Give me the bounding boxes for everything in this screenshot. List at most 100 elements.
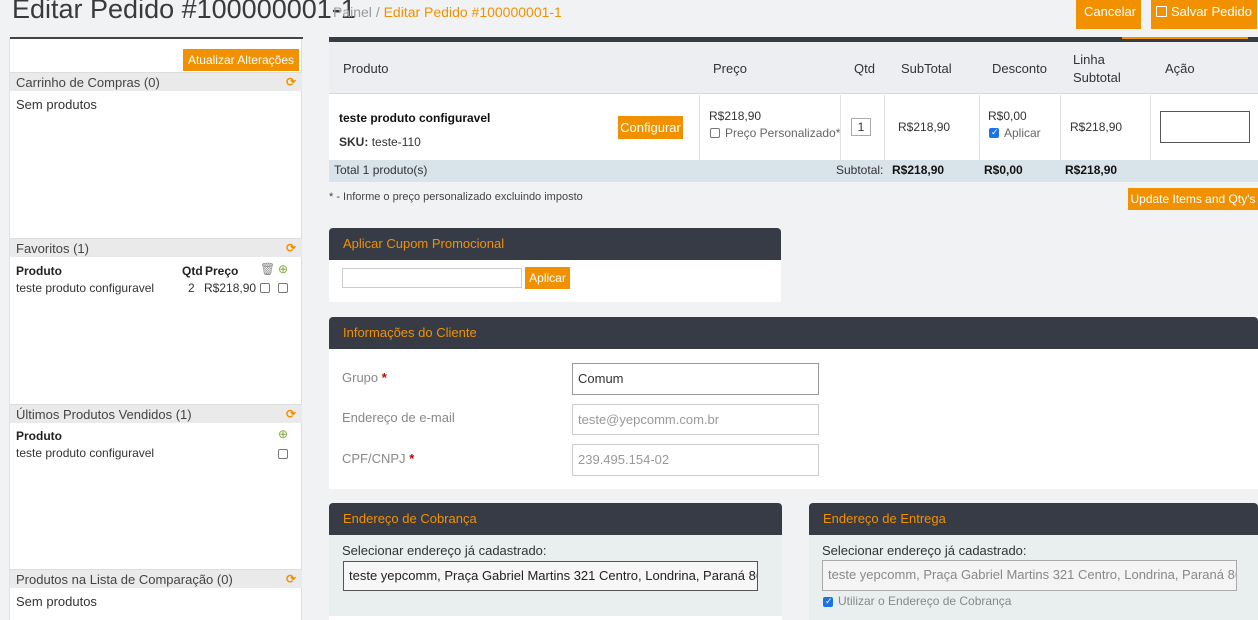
apply-discount-label: Aplicar	[1004, 126, 1041, 140]
item-discount: R$0,00	[988, 109, 1027, 123]
email-label: Endereço de e-mail	[342, 410, 455, 425]
qty-input[interactable]: 1	[851, 118, 871, 136]
favorites-item-price: R$218,90	[204, 281, 257, 295]
coupon-panel-body: Aplicar	[329, 260, 781, 302]
last-sold-add-checkbox[interactable]	[278, 449, 288, 459]
custom-price-label: Preço Personalizado*	[725, 126, 841, 140]
compare-empty-text: Sem produtos	[16, 594, 97, 609]
favorites-section-header: Favoritos (1) ⟳	[10, 238, 302, 257]
required-mark: *	[381, 370, 387, 385]
coupon-code-input[interactable]	[342, 268, 522, 288]
refresh-icon[interactable]: ⟳	[286, 75, 296, 89]
col-product: Produto	[343, 61, 389, 76]
sku-label: SKU:	[339, 135, 369, 149]
item-name: teste produto configuravel	[339, 111, 491, 125]
col-discount: Desconto	[992, 61, 1047, 76]
col-price: Preço	[713, 61, 747, 76]
breadcrumb-separator: /	[375, 4, 380, 20]
breadcrumb-current: Editar Pedido #100000001-1	[383, 4, 562, 20]
coupon-panel-header: Aplicar Cupom Promocional	[329, 228, 781, 260]
customer-title: Informações do Cliente	[343, 325, 477, 340]
item-subtotal: R$218,90	[898, 120, 951, 134]
last-sold-title: Últimos Produtos Vendidos (1)	[16, 407, 192, 422]
breadcrumb-home[interactable]: Painel	[333, 4, 372, 20]
shipping-panel-body: Selecionar endereço já cadastrado: teste…	[809, 535, 1258, 620]
favorites-add-checkbox[interactable]	[278, 283, 288, 293]
cart-title: Carrinho de Compras (0)	[16, 75, 160, 90]
subtotal-label: Subtotal:	[836, 163, 884, 177]
totals-row: Total 1 produto(s) Subtotal: R$218,90 R$…	[329, 160, 1258, 182]
cancel-button[interactable]: Cancelar	[1076, 0, 1141, 29]
shipping-select-label: Selecionar endereço já cadastrado:	[822, 543, 1027, 558]
table-header: Produto Preço Qtd SubTotal Desconto Linh…	[329, 42, 1258, 94]
same-as-billing-label: Utilizar o Endereço de Cobrança	[838, 594, 1012, 608]
favorites-col-price: Preço	[205, 264, 239, 278]
billing-panel-body: Selecionar endereço já cadastrado: teste…	[329, 535, 782, 620]
col-line-subtotal-2: Subtotal	[1073, 70, 1121, 85]
last-sold-col-product: Produto	[16, 429, 62, 443]
last-sold-item-name: teste produto configuravel	[16, 446, 155, 460]
required-mark: *	[409, 451, 415, 466]
sidebar: Atualizar Alterações Carrinho de Compras…	[9, 37, 303, 620]
group-label: Grupo *	[342, 370, 387, 385]
cpf-label: CPF/CNPJ *	[342, 451, 414, 466]
save-icon	[1156, 6, 1168, 17]
add-to-order-icon: ⊕	[278, 262, 289, 276]
total-items-label: Total 1 produto(s)	[334, 163, 428, 177]
save-order-button[interactable]: Salvar Pedido	[1151, 0, 1257, 29]
item-sku: SKU: teste-110	[339, 135, 421, 149]
refresh-icon[interactable]: ⟳	[286, 241, 296, 255]
compare-section-header: Produtos na Lista de Comparação (0) ⟳	[10, 569, 302, 588]
email-field[interactable]: teste@yepcomm.com.br	[572, 404, 819, 435]
same-as-billing-checkbox[interactable]	[823, 596, 833, 607]
shipping-address-select[interactable]: teste yepcomm, Praça Gabriel Martins 321…	[822, 560, 1237, 591]
coupon-title: Aplicar Cupom Promocional	[343, 236, 505, 251]
order-items-table: Produto Preço Qtd SubTotal Desconto Linh…	[329, 37, 1258, 182]
cart-empty-text: Sem produtos	[16, 97, 97, 112]
shipping-panel-header: Endereço de Entrega	[809, 503, 1258, 535]
divider	[884, 95, 885, 160]
footer-subtotal: R$218,90	[892, 163, 945, 177]
billing-panel-header: Endereço de Cobrança	[329, 503, 782, 535]
breadcrumb: Painel / Editar Pedido #100000001-1	[333, 4, 562, 20]
sku-value: teste-110	[371, 135, 421, 149]
update-items-button[interactable]: Update Items and Qty's	[1128, 188, 1258, 210]
footer-discount: R$0,00	[984, 163, 1023, 177]
item-line-subtotal: R$218,90	[1070, 120, 1123, 134]
item-price: R$218,90	[709, 109, 762, 123]
footer-line-subtotal: R$218,90	[1065, 163, 1118, 177]
col-subtotal: SubTotal	[901, 61, 952, 76]
cpf-field[interactable]: 239.495.154-02	[572, 444, 819, 476]
refresh-icon[interactable]: ⟳	[286, 572, 296, 586]
favorites-col-product: Produto	[16, 264, 62, 278]
customer-panel-body: Grupo * Comum Endereço de e-mail teste@y…	[329, 349, 1258, 489]
col-qty: Qtd	[854, 61, 875, 76]
billing-select-label: Selecionar endereço já cadastrado:	[342, 543, 547, 558]
custom-price-note: * - Informe o preço personalizado exclui…	[329, 191, 583, 203]
favorites-title: Favoritos (1)	[16, 241, 89, 256]
save-order-label: Salvar Pedido	[1171, 4, 1252, 19]
remove-icon: 🗑	[260, 262, 276, 276]
billing-title: Endereço de Cobrança	[343, 511, 477, 526]
last-sold-section-header: Últimos Produtos Vendidos (1) ⟳	[10, 404, 302, 423]
favorites-item-name: teste produto configuravel	[16, 281, 155, 295]
col-action: Ação	[1165, 61, 1195, 76]
page-title: Editar Pedido #100000001-1	[12, 0, 356, 24]
compare-title: Produtos na Lista de Comparação (0)	[16, 572, 233, 587]
cpf-label-text: CPF/CNPJ	[342, 451, 406, 466]
group-select[interactable]: Comum	[572, 363, 819, 395]
customer-panel-header: Informações do Cliente	[329, 317, 1258, 349]
custom-price-checkbox[interactable]	[710, 128, 720, 138]
refresh-icon[interactable]: ⟳	[286, 407, 296, 421]
apply-discount-checkbox[interactable]	[989, 127, 999, 138]
col-line-subtotal-1: Linha	[1073, 52, 1105, 67]
favorites-remove-checkbox[interactable]	[260, 283, 270, 293]
billing-address-select[interactable]: teste yepcomm, Praça Gabriel Martins 321…	[343, 561, 758, 591]
configure-button[interactable]: Configurar	[618, 116, 683, 139]
favorites-col-qty: Qtd	[182, 264, 203, 278]
sidebar-toolbar: Atualizar Alterações	[10, 37, 303, 73]
apply-coupon-button[interactable]: Aplicar	[525, 267, 570, 289]
accent-strip	[1122, 37, 1248, 39]
action-select[interactable]	[1160, 111, 1250, 143]
update-changes-button[interactable]: Atualizar Alterações	[182, 49, 299, 71]
